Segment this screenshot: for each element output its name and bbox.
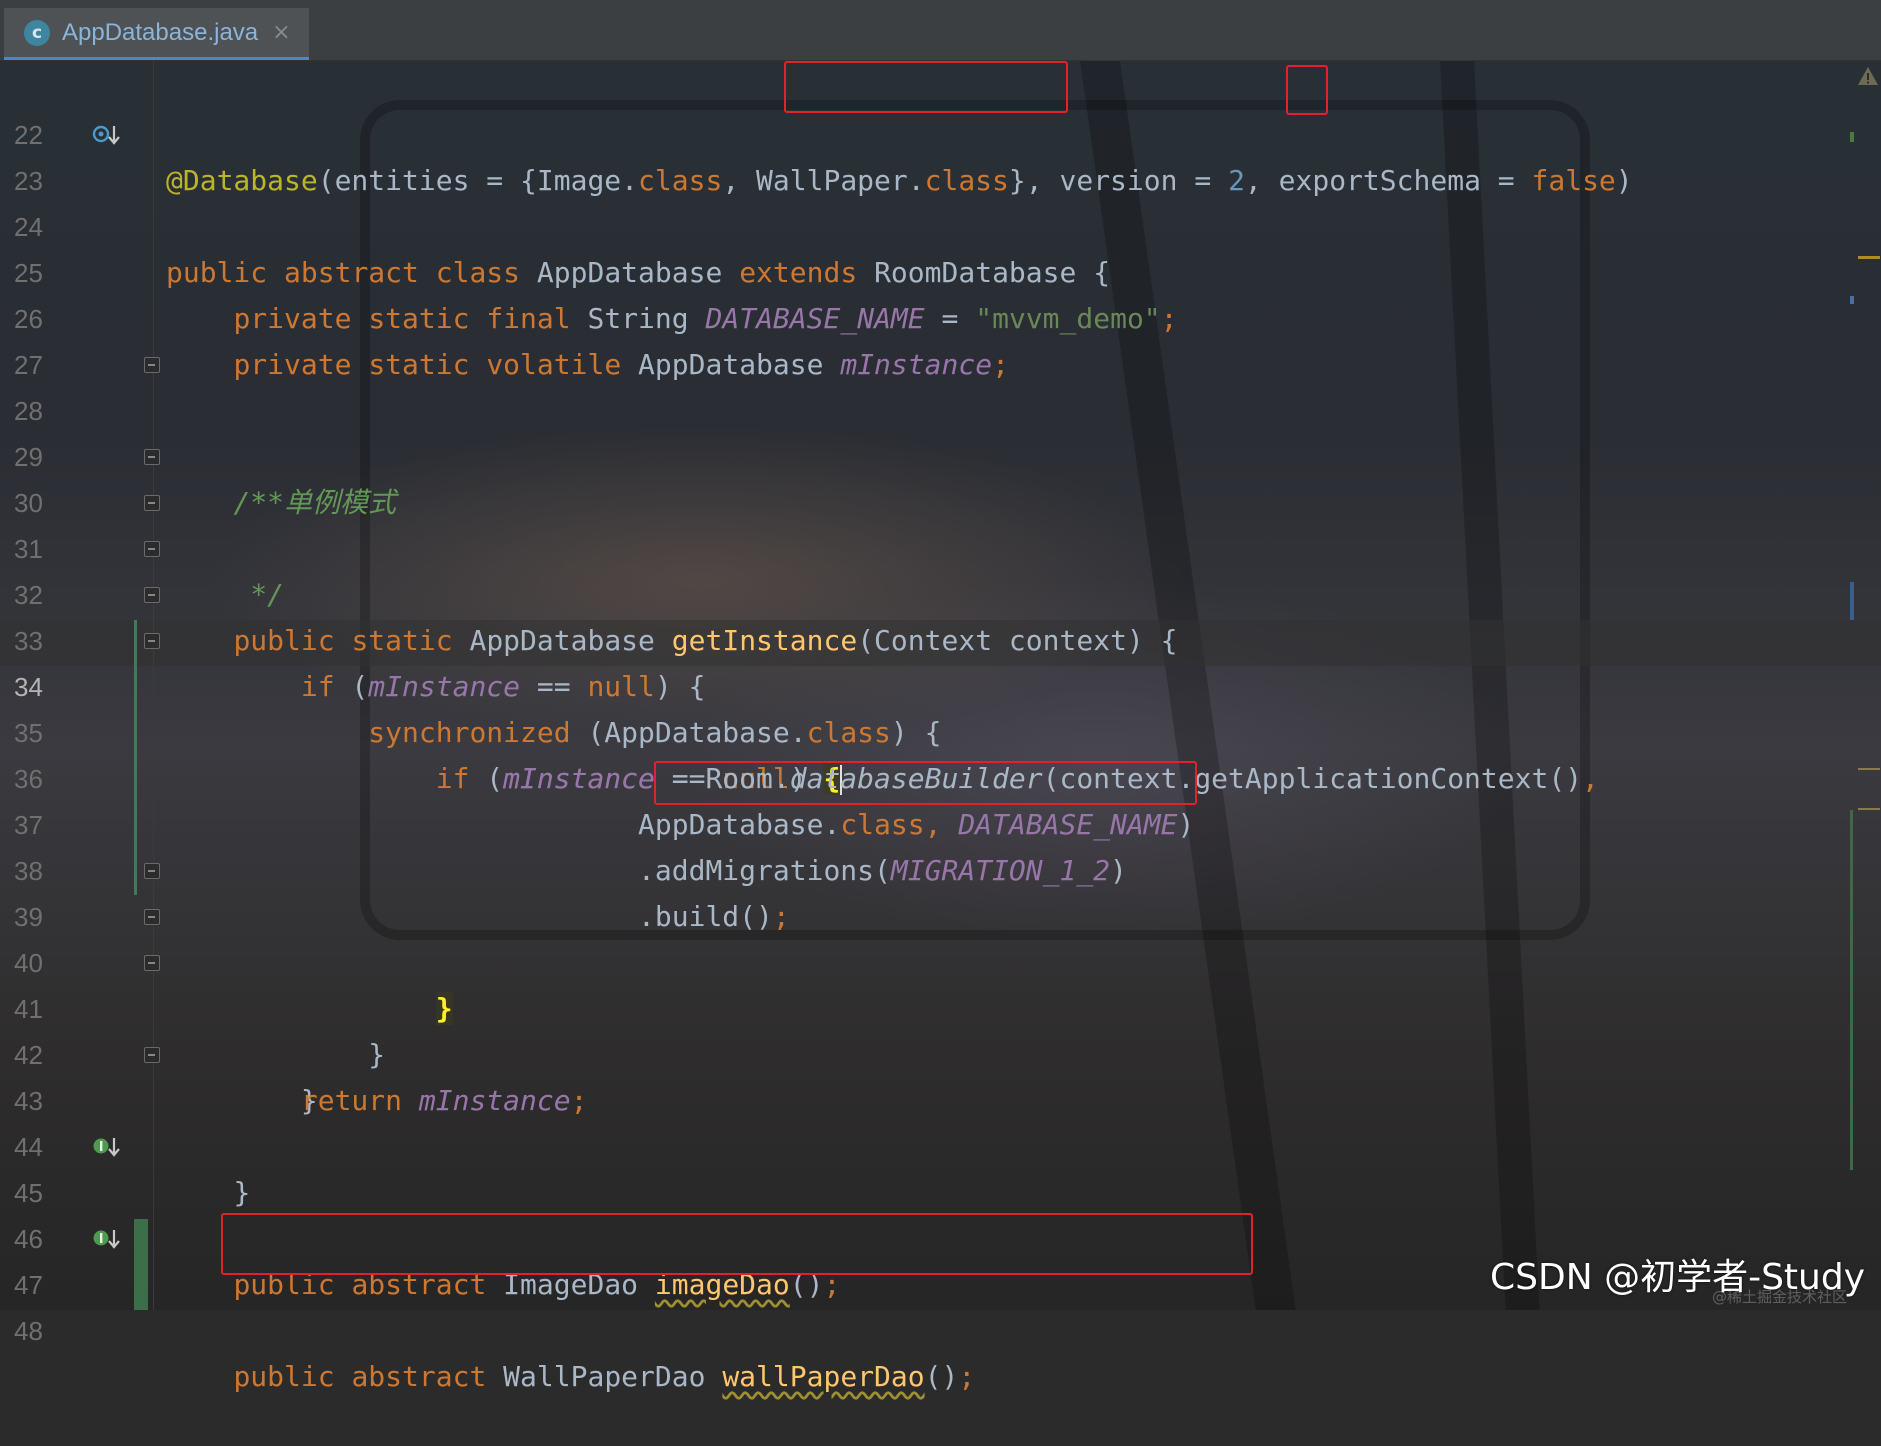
code-line-current: 34 if (mInstance == null) { (0, 618, 1881, 795)
code-line: 44 (0, 1078, 1881, 1162)
code-line: 37 .addMigrations(MIGRATION_1_2) (0, 756, 1881, 887)
fold-toggle-icon[interactable] (144, 909, 160, 925)
code-line: 24 (0, 158, 1881, 242)
code-line: 45 public abstract ImageDao imageDao(); (0, 1124, 1881, 1301)
error-stripe[interactable] (1848, 60, 1881, 1310)
code-line: 46 (0, 1170, 1881, 1254)
code-line: 28 /** (0, 342, 1881, 519)
juejin-watermark: @稀土掘金技术社区 (1712, 1288, 1848, 1306)
code-line: 27 (0, 296, 1881, 380)
code-line: 26 private static volatile AppDatabase m… (0, 250, 1881, 381)
scroll-marker[interactable] (1850, 810, 1853, 1170)
tab-file-name: AppDatabase.java (62, 18, 259, 46)
code-line: 38 .build(); (0, 802, 1881, 933)
fold-toggle-icon[interactable] (144, 587, 160, 603)
code-line: 30 */ (0, 434, 1881, 611)
fold-toggle-icon[interactable] (144, 495, 160, 511)
code-line: 29 * 单例模式 (0, 388, 1881, 519)
code-line: 31 public static AppDatabase getInstance… (0, 480, 1881, 657)
code-line: 35 mInstance = Room.databaseBuilder(cont… (0, 664, 1881, 795)
java-class-icon: c (24, 19, 50, 46)
tab-appdatabase-java[interactable]: c AppDatabase.java × (4, 8, 309, 60)
scroll-marker[interactable] (1858, 768, 1880, 770)
code-line: 43 } (0, 1032, 1881, 1209)
line-number[interactable]: 48 (14, 1308, 50, 1354)
code-line: 25 private static final String DATABASE_… (0, 204, 1881, 335)
fold-toggle-icon[interactable] (144, 1047, 160, 1063)
code-line: 23 public abstract class AppDatabase ext… (0, 112, 1881, 289)
fold-toggle-icon[interactable] (144, 863, 160, 879)
close-icon[interactable]: × (272, 20, 290, 45)
scroll-marker[interactable] (1850, 132, 1854, 142)
scroll-marker[interactable] (1850, 582, 1854, 620)
code-line: 42 return mInstance; (0, 986, 1881, 1117)
scroll-marker[interactable] (1858, 256, 1880, 259)
editor-tab-bar: c AppDatabase.java × (0, 0, 1881, 61)
code-line: 41 } (0, 940, 1881, 1117)
code-line: 40 } (0, 894, 1881, 1071)
code-line: 39 } (0, 848, 1881, 1025)
code-line: 32 if (mInstance == null) { (0, 526, 1881, 703)
implement-method-icon[interactable] (92, 1135, 122, 1159)
code-line: 33 synchronized (AppDatabase.class) { (0, 572, 1881, 749)
code-text[interactable]: public abstract WallPaperDao wallPaperDa… (166, 1354, 975, 1400)
overridden-method-icon[interactable] (92, 123, 122, 147)
fold-toggle-icon[interactable] (144, 449, 160, 465)
scroll-marker[interactable] (1858, 808, 1880, 810)
code-line: 22 @Database(entities = {Image.class, Wa… (0, 66, 1881, 197)
fold-toggle-icon[interactable] (144, 541, 160, 557)
code-line: 36 AppDatabase.class, DATABASE_NAME) (0, 710, 1881, 841)
fold-toggle-icon[interactable] (144, 357, 160, 373)
fold-toggle-icon[interactable] (144, 633, 160, 649)
implement-method-icon[interactable] (92, 1227, 122, 1251)
scroll-marker[interactable] (1850, 296, 1854, 304)
code-editor[interactable]: 22 @Database(entities = {Image.class, Wa… (0, 66, 1881, 1393)
fold-toggle-icon[interactable] (144, 955, 160, 971)
